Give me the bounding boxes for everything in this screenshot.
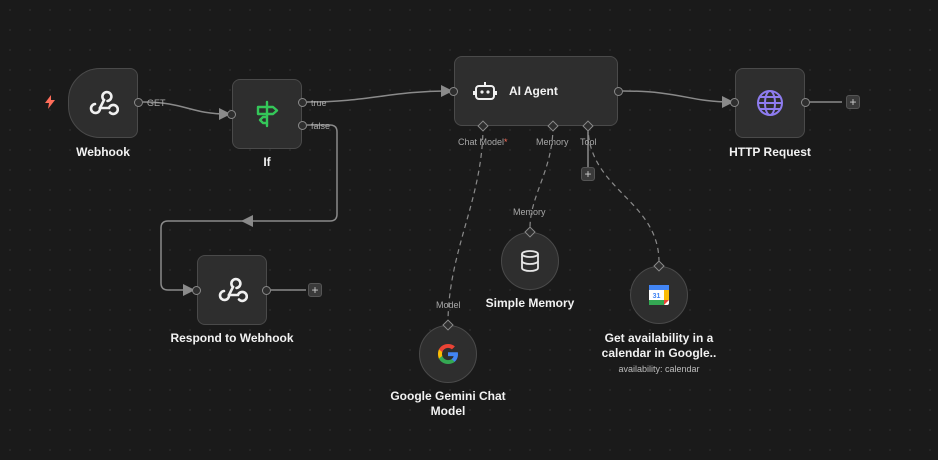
ai-agent-output-port[interactable] xyxy=(614,87,623,96)
ai-agent-node[interactable]: AI Agent xyxy=(454,56,618,126)
edge-agent-http xyxy=(622,90,734,108)
gemini-node[interactable] xyxy=(419,325,477,383)
ai-agent-input-port[interactable] xyxy=(449,87,458,96)
edge-tool xyxy=(587,125,660,263)
simple-memory-node[interactable] xyxy=(501,232,559,290)
calendar-label: Get availability in a calendar in Google… xyxy=(601,331,717,360)
calendar-subtitle: availability: calendar xyxy=(618,364,700,374)
calendar-tool-node[interactable]: 31 xyxy=(630,266,688,324)
add-after-http-button[interactable]: + xyxy=(846,95,860,109)
gemini-label: Google Gemini Chat Model xyxy=(390,389,506,418)
if-true-port[interactable] xyxy=(298,98,307,107)
if-input-port[interactable] xyxy=(227,110,236,119)
respond-output-port[interactable] xyxy=(262,286,271,295)
if-node[interactable] xyxy=(232,79,302,149)
if-false-label: false xyxy=(311,121,331,131)
http-output-port[interactable] xyxy=(801,98,810,107)
edge-model xyxy=(447,125,484,325)
webhook-port-label: GET xyxy=(147,98,166,108)
google-calendar-icon: 31 xyxy=(649,285,669,305)
calendar-day-number: 31 xyxy=(653,293,661,300)
required-marker: * xyxy=(504,137,508,147)
if-false-port[interactable] xyxy=(298,121,307,130)
memory-label: Memory xyxy=(536,137,569,147)
gemini-port-label: Model xyxy=(436,300,461,310)
webhook-label: Webhook xyxy=(76,145,130,159)
respond-webhook-label: Respond to Webhook xyxy=(170,331,294,345)
database-icon xyxy=(521,250,539,272)
webhook-icon xyxy=(218,277,248,303)
robot-icon xyxy=(473,82,497,100)
respond-input-port[interactable] xyxy=(192,286,201,295)
webhook-output-port[interactable] xyxy=(134,98,143,107)
add-after-respond-button[interactable]: + xyxy=(308,283,322,297)
signpost-icon xyxy=(256,100,279,128)
webhook-node[interactable] xyxy=(68,68,138,138)
edge-if-agent xyxy=(306,85,453,103)
if-true-label: true xyxy=(311,98,327,108)
http-request-node[interactable] xyxy=(735,68,805,138)
http-request-label: HTTP Request xyxy=(729,145,811,159)
workflow-canvas[interactable]: GET Webhook true false If AI Agent Chat … xyxy=(0,0,938,460)
memory-port-label: Memory xyxy=(513,207,546,217)
simple-memory-label: Simple Memory xyxy=(485,296,575,310)
add-tool-button[interactable]: + xyxy=(581,167,595,181)
webhook-icon xyxy=(89,90,119,116)
chat-model-label: Chat Model* xyxy=(458,137,508,147)
globe-icon xyxy=(757,90,783,116)
ai-agent-label: AI Agent xyxy=(509,84,558,98)
google-icon xyxy=(438,344,458,364)
http-input-port[interactable] xyxy=(730,98,739,107)
if-label: If xyxy=(263,155,271,169)
respond-webhook-node[interactable] xyxy=(197,255,267,325)
trigger-bolt-icon xyxy=(45,95,55,109)
tool-label: Tool xyxy=(580,137,597,147)
